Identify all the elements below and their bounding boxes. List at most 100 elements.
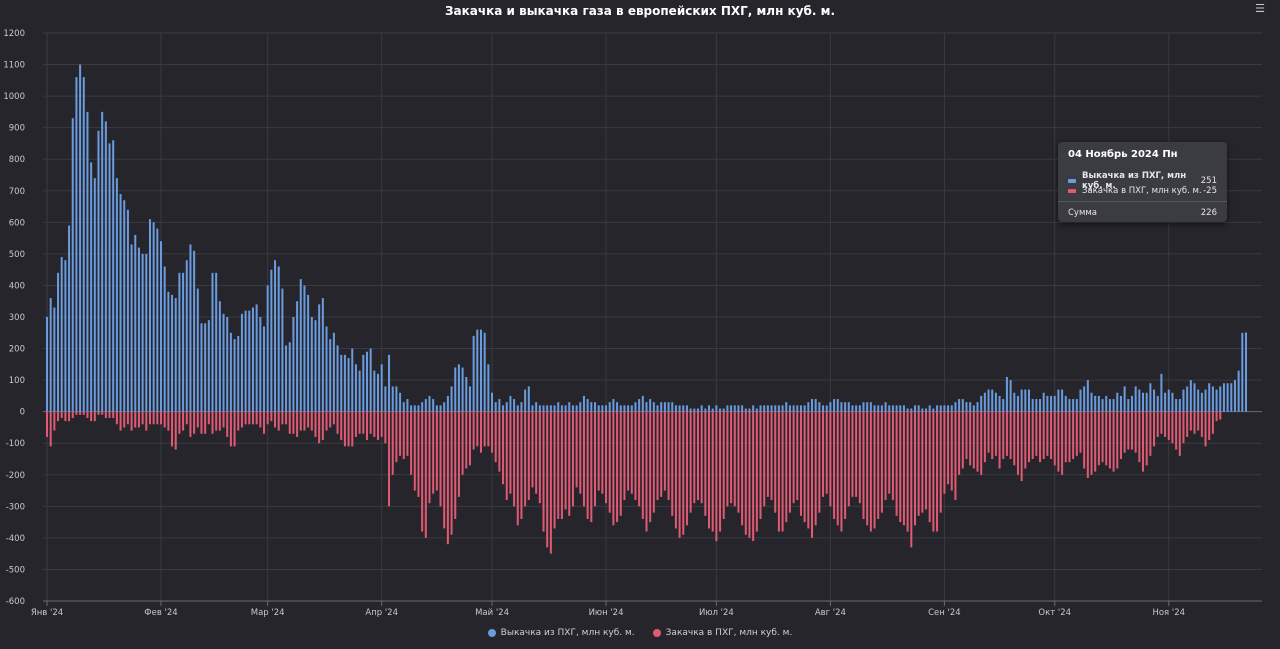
bar-injection [733, 411, 736, 507]
bar-withdrawal [616, 402, 619, 412]
bar-injection [86, 411, 89, 418]
bar-withdrawal [535, 402, 538, 412]
bar-injection [715, 411, 718, 542]
bar-injection [384, 411, 387, 444]
bar-injection [891, 411, 894, 501]
bar-injection [57, 411, 60, 422]
bar-withdrawal [1072, 399, 1075, 412]
bar-withdrawal [277, 266, 280, 412]
bar-injection [1068, 411, 1071, 463]
bar-withdrawal [818, 402, 821, 412]
bar-injection [1035, 411, 1038, 456]
bar-injection [1005, 411, 1008, 456]
bar-injection [115, 411, 118, 425]
bar-withdrawal [862, 402, 865, 412]
tooltip-row-value: 251 [1200, 176, 1217, 186]
bar-withdrawal [531, 405, 534, 412]
bar-injection [130, 411, 133, 431]
bar-injection [663, 411, 666, 491]
bar-withdrawal [137, 247, 140, 412]
bar-withdrawal [1233, 380, 1236, 412]
bar-withdrawal [285, 345, 288, 412]
bar-injection [575, 411, 578, 488]
bar-withdrawal [733, 405, 736, 412]
bar-withdrawal [1002, 399, 1005, 412]
chart-canvas: 1200110010009008007006005004003002001000… [3, 29, 1262, 618]
bar-injection [45, 411, 49, 437]
bar-injection [597, 411, 600, 491]
bar-withdrawal [1164, 392, 1167, 412]
bar-withdrawal [958, 399, 961, 412]
bar-injection [847, 411, 850, 507]
bar-withdrawal [605, 405, 608, 412]
bar-withdrawal [902, 405, 905, 412]
bar-withdrawal [240, 313, 243, 412]
bar-withdrawal [369, 348, 372, 412]
bar-injection [788, 411, 791, 513]
bar-injection [1142, 411, 1145, 472]
bar-withdrawal [829, 402, 832, 412]
bar-injection [840, 411, 843, 532]
legend-label-injection: Закачка в ПХГ, млн куб. м. [665, 628, 793, 638]
bar-injection [913, 411, 916, 526]
bar-injection [479, 411, 482, 453]
legend-item-withdrawal[interactable]: Выкачка из ПХГ, млн куб. м. [487, 628, 635, 638]
y-tick-label: 300 [9, 313, 25, 323]
bar-injection [1175, 411, 1178, 450]
bar-injection [347, 411, 350, 447]
bar-withdrawal [395, 386, 398, 412]
bar-injection [1053, 411, 1056, 466]
bar-withdrawal [380, 364, 383, 412]
bar-injection [917, 411, 920, 516]
bar-withdrawal [696, 408, 699, 412]
bar-withdrawal [49, 298, 52, 412]
bar-injection [428, 411, 431, 504]
bar-injection [1009, 411, 1012, 459]
bar-withdrawal [579, 402, 582, 412]
bar-withdrawal [663, 402, 666, 412]
bar-withdrawal [1101, 399, 1104, 412]
bar-withdrawal [1215, 389, 1218, 412]
bar-injection [759, 411, 762, 519]
bar-injection [167, 411, 170, 431]
bar-injection [818, 411, 821, 513]
bar-injection [90, 411, 93, 422]
bar-withdrawal [130, 244, 133, 412]
bar-withdrawal [939, 405, 942, 412]
bar-withdrawal [373, 370, 376, 412]
y-tick-label: 500 [9, 250, 25, 260]
bar-injection [277, 411, 280, 431]
bar-withdrawal [866, 402, 869, 412]
bar-injection [285, 411, 288, 425]
bar-withdrawal [262, 326, 266, 412]
bar-withdrawal [141, 253, 144, 412]
bar-injection [502, 411, 505, 485]
bar-withdrawal [913, 405, 916, 412]
legend-label-withdrawal: Выкачка из ПХГ, млн куб. м. [500, 628, 635, 638]
bar-injection [678, 411, 681, 538]
bar-injection [1112, 411, 1115, 472]
bar-injection [895, 411, 898, 516]
bar-withdrawal [296, 301, 299, 412]
bar-injection [251, 411, 254, 425]
bar-withdrawal [1197, 389, 1200, 412]
legend-item-injection[interactable]: Закачка в ПХГ, млн куб. м. [652, 628, 793, 638]
bar-injection [752, 411, 755, 542]
bar-injection [1178, 411, 1181, 456]
bar-injection [822, 411, 825, 497]
bar-withdrawal [211, 272, 214, 412]
bar-withdrawal [1090, 392, 1093, 412]
bar-withdrawal [1005, 376, 1008, 412]
bar-withdrawal [704, 408, 707, 412]
bar-injection [494, 411, 497, 463]
bar-withdrawal [1208, 383, 1211, 412]
bar-injection [1097, 411, 1100, 466]
bar-injection [641, 411, 644, 519]
bar-injection [1039, 411, 1042, 463]
y-tick-label: 600 [9, 218, 25, 228]
bar-injection [579, 411, 582, 494]
x-axis: Янв '24 Фев '24 Мар '24 Апр '24 Май '24 Июн '… [31, 600, 1262, 618]
bar-withdrawal [362, 354, 365, 412]
bar-withdrawal [185, 260, 188, 412]
bar-injection [491, 411, 494, 453]
